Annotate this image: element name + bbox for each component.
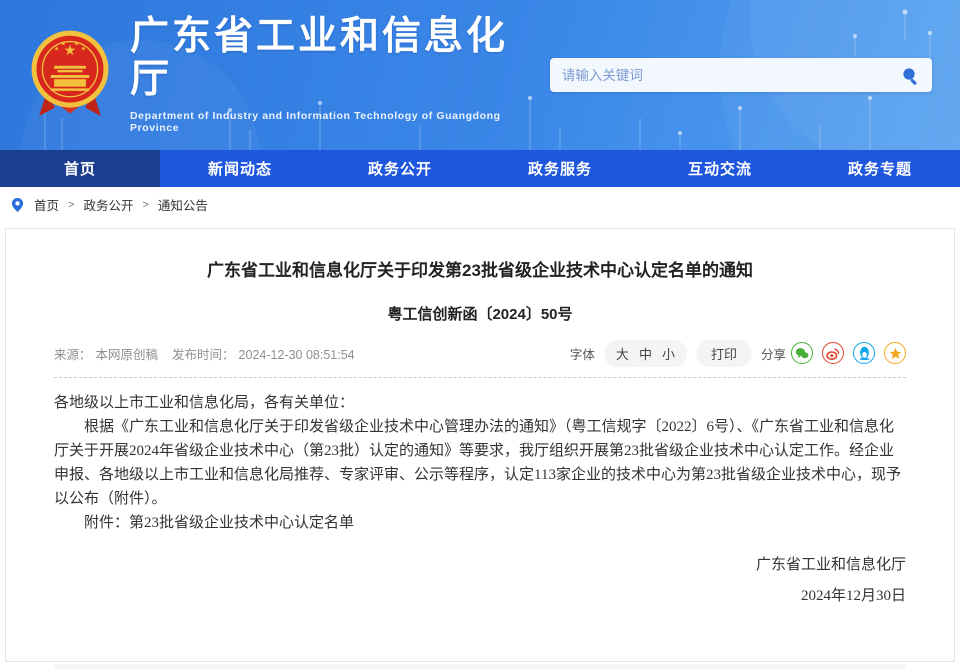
attachments-panel: 附件： 附件：第23批省级企业技术中心认定名单.pdf: [54, 664, 906, 669]
font-size-large-button[interactable]: 大: [616, 344, 629, 363]
svg-text:★: ★: [61, 41, 66, 48]
nav-item-news[interactable]: 新闻动态: [160, 150, 320, 187]
article-meta-left: 来源： 本网原创稿发布时间： 2024-12-30 08:51:54: [54, 344, 359, 363]
org-name: 广东省工业和信息化厅: [130, 16, 550, 102]
share-weibo-button[interactable]: [822, 342, 844, 364]
svg-text:★: ★: [81, 46, 86, 53]
share-qq-button[interactable]: [853, 342, 875, 364]
article-paragraph: 附件：第23批省级企业技术中心认定名单: [54, 511, 906, 535]
search-button[interactable]: [901, 66, 920, 85]
source-label: 来源：: [54, 348, 92, 362]
font-size-medium-button[interactable]: 中: [639, 344, 652, 363]
national-emblem-logo: ★ ★ ★ ★ ★: [28, 29, 112, 121]
weibo-icon: [826, 347, 840, 360]
source-value: 本网原创稿: [96, 348, 159, 362]
publish-time-value: 2024-12-30 08:51:54: [239, 348, 355, 362]
share-favorite-button[interactable]: [884, 342, 906, 364]
breadcrumb-gov-disclosure[interactable]: 政务公开: [83, 195, 133, 214]
signature-org: 广东省工业和信息化厅: [54, 550, 906, 581]
breadcrumb-separator: >: [68, 199, 74, 211]
article-meta-row: 来源： 本网原创稿发布时间： 2024-12-30 08:51:54 字体 大 中 …: [54, 340, 906, 378]
article-paragraph: 各地级以上市工业和信息化局，各有关单位：: [54, 391, 906, 415]
org-name-en: Department of Industry and Information T…: [130, 110, 550, 134]
article-body: 各地级以上市工业和信息化局，各有关单位： 根据《广东工业和信息化厅关于印发省级企…: [54, 391, 906, 535]
search-icon: [901, 66, 920, 85]
svg-text:★: ★: [54, 46, 59, 53]
signature-date: 2024年12月30日: [54, 581, 906, 612]
qq-icon: [858, 346, 871, 360]
site-header: ★ ★ ★ ★ ★ 广东省工业和信息化厅 Department of Indus…: [0, 0, 960, 150]
article-paragraph: 根据《广东工业和信息化厅关于印发省级企业技术中心管理办法的通知》（粤工信规字〔2…: [54, 415, 906, 511]
print-button[interactable]: 打印: [696, 340, 752, 367]
publish-time-label: 发布时间：: [172, 348, 235, 362]
svg-text:★: ★: [74, 41, 79, 48]
nav-item-gov-services[interactable]: 政务服务: [480, 150, 640, 187]
org-title-block: 广东省工业和信息化厅 Department of Industry and In…: [130, 16, 550, 134]
article-title: 广东省工业和信息化厅关于印发第23批省级企业技术中心认定名单的通知: [54, 259, 906, 283]
signature-block: 广东省工业和信息化厅 2024年12月30日: [54, 550, 906, 612]
nav-item-special-topics[interactable]: 政务专题: [800, 150, 960, 187]
breadcrumb-notices[interactable]: 通知公告: [158, 195, 208, 214]
breadcrumb: 首页 > 政务公开 > 通知公告: [0, 187, 960, 222]
location-pin-icon: [10, 197, 25, 213]
nav-item-interaction[interactable]: 互动交流: [640, 150, 800, 187]
nav-item-gov-disclosure[interactable]: 政务公开: [320, 150, 480, 187]
wechat-icon: [795, 347, 809, 360]
breadcrumb-separator: >: [142, 199, 148, 211]
share-wechat-button[interactable]: [791, 342, 813, 364]
article-card: 广东省工业和信息化厅关于印发第23批省级企业技术中心认定名单的通知 粤工信创新函…: [5, 228, 955, 662]
font-size-small-button[interactable]: 小: [662, 344, 675, 363]
search-input[interactable]: [562, 68, 901, 83]
main-nav: 首页 新闻动态 政务公开 政务服务 互动交流 政务专题: [0, 150, 960, 187]
article-toolbar: 字体 大 中 小 打印 分享: [570, 340, 906, 367]
font-size-switcher: 大 中 小: [604, 340, 687, 367]
breadcrumb-home[interactable]: 首页: [34, 195, 59, 214]
document-number: 粤工信创新函〔2024〕50号: [54, 303, 906, 324]
share-label: 分享: [761, 344, 786, 363]
font-size-label: 字体: [570, 344, 595, 363]
star-icon: [889, 347, 902, 360]
nav-item-home[interactable]: 首页: [0, 150, 160, 187]
site-search: [550, 58, 932, 92]
